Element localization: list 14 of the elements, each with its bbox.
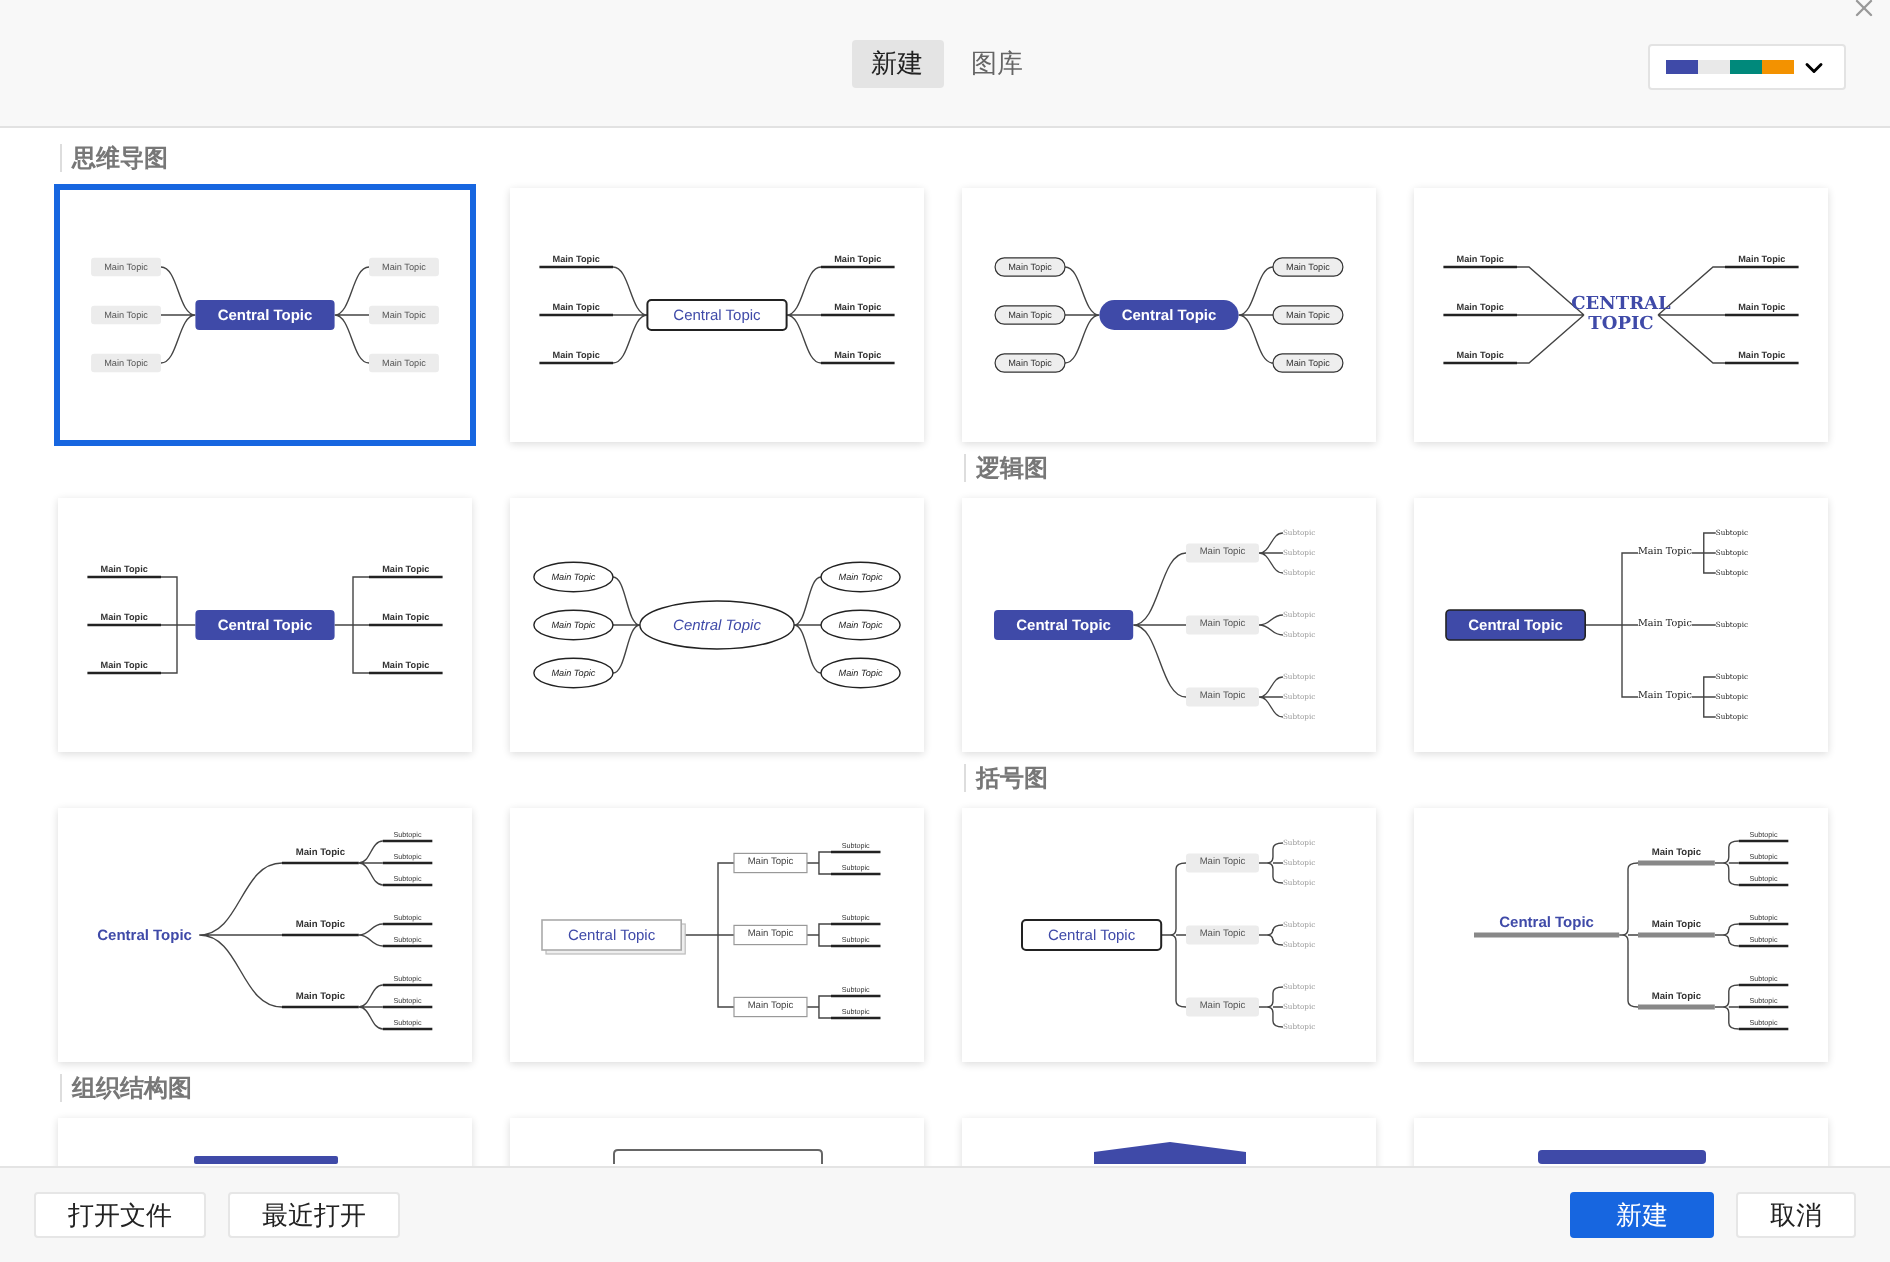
tab[interactable]: 新建 [851, 39, 943, 87]
central-topic: CENTRAL TOPIC [1571, 295, 1671, 335]
central-topic-shape [194, 1156, 338, 1164]
footer-button[interactable]: 打开文件 [34, 1192, 206, 1238]
cancel-button[interactable]: 取消 [1736, 1192, 1856, 1238]
footer-button[interactable]: 最近打开 [228, 1192, 400, 1238]
theme-color-dropdown[interactable] [1648, 44, 1846, 90]
section-heading: 思维导图 [60, 144, 168, 172]
tab[interactable]: 图库 [951, 39, 1043, 87]
close-icon[interactable] [1850, 0, 1878, 22]
section-heading: 组织结构图 [60, 1074, 192, 1102]
section-heading: 逻辑图 [964, 454, 1048, 482]
create-button[interactable]: 新建 [1570, 1192, 1714, 1238]
section-heading: 括号图 [964, 764, 1048, 792]
